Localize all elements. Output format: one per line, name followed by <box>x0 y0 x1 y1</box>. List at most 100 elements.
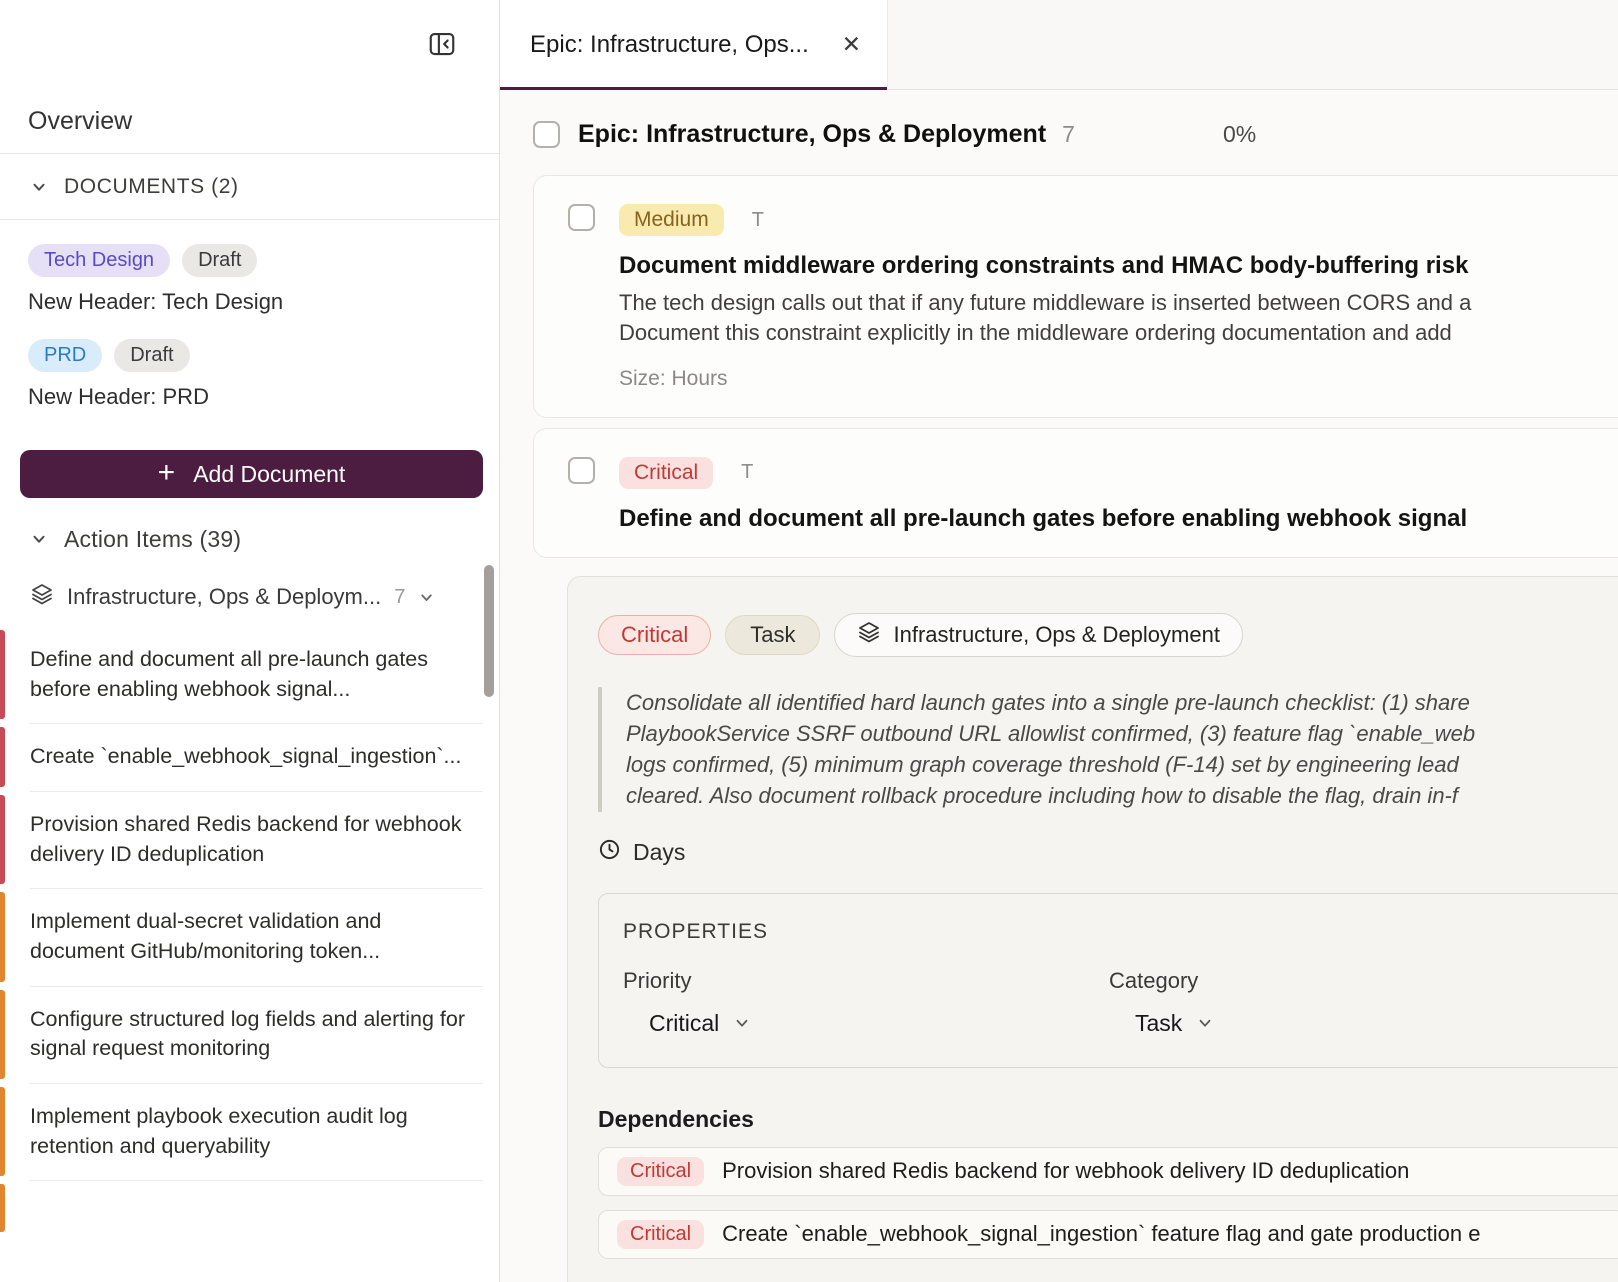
sidebar: Overview DOCUMENTS (2) Tech Design Draft… <box>0 0 500 1282</box>
task-description: The tech design calls out that if any fu… <box>619 288 1618 349</box>
dependencies-title: Dependencies <box>598 1106 1618 1133</box>
task-title: Define and document all pre-launch gates… <box>619 505 1618 533</box>
chevron-down-icon <box>733 1014 751 1032</box>
description-line: PlaybookService SSRF outbound URL allowl… <box>626 718 1618 749</box>
properties-title: PROPERTIES <box>623 920 1595 944</box>
collapse-panel-icon <box>427 29 457 62</box>
category-pill[interactable]: Task <box>725 615 820 655</box>
category-select[interactable]: Task <box>1135 1010 1214 1037</box>
document-badges: Tech Design Draft <box>28 244 471 277</box>
documents-section-title: DOCUMENTS (2) <box>64 175 239 199</box>
epic-header: Epic: Infrastructure, Ops & Deployment 7… <box>533 120 1618 149</box>
task-description-line: Document this constraint explicitly in t… <box>619 318 1618 348</box>
action-item-title: Configure structured log fields and aler… <box>30 1007 465 1061</box>
priority-pill[interactable]: Critical <box>598 615 711 655</box>
dependency-priority-badge: Critical <box>617 1157 704 1186</box>
app-root: Overview DOCUMENTS (2) Tech Design Draft… <box>0 0 1618 1282</box>
task-badges: Critical T <box>619 457 1618 489</box>
document-badges: PRD Draft <box>28 339 471 372</box>
action-item[interactable] <box>0 1180 499 1236</box>
documents-section-header[interactable]: DOCUMENTS (2) <box>0 154 499 220</box>
task-description-line: The tech design calls out that if any fu… <box>619 288 1618 318</box>
document-title: New Header: PRD <box>28 384 471 410</box>
priority-accent-bar <box>0 892 5 981</box>
size-value: Days <box>633 839 685 866</box>
task-title: Document middleware ordering constraints… <box>619 252 1618 280</box>
epic-title: Epic: Infrastructure, Ops & Deployment <box>578 120 1046 149</box>
chevron-down-icon <box>1196 1014 1214 1032</box>
priority-accent-bar <box>0 1184 5 1232</box>
description-line: cleared. Also document rollback procedur… <box>626 780 1618 811</box>
doc-type-badge: Tech Design <box>28 244 170 277</box>
priority-select-value: Critical <box>649 1010 719 1037</box>
task-size: Size: Hours <box>619 367 1618 391</box>
action-item[interactable]: Create `enable_webhook_signal_ingestion`… <box>0 723 499 791</box>
action-item[interactable]: Implement dual-secret validation and doc… <box>0 888 499 985</box>
tab-close-icon[interactable]: ✕ <box>842 31 861 58</box>
epic-pill[interactable]: Infrastructure, Ops & Deployment <box>834 613 1242 657</box>
group-count: 7 <box>394 586 405 609</box>
document-item[interactable]: Tech Design Draft New Header: Tech Desig… <box>0 220 499 315</box>
document-item[interactable]: PRD Draft New Header: PRD <box>0 315 499 410</box>
description-line: logs confirmed, (5) minimum graph covera… <box>626 749 1618 780</box>
action-item[interactable]: Implement playbook execution audit log r… <box>0 1083 499 1180</box>
doc-type-badge: PRD <box>28 339 102 372</box>
priority-accent-bar <box>0 727 5 787</box>
task-body: Critical T Define and document all pre-l… <box>619 457 1618 533</box>
overview-label: Overview <box>28 107 132 136</box>
priority-accent-bar <box>0 990 5 1079</box>
property-priority: Priority Critical <box>623 944 1109 1037</box>
tab-title: Epic: Infrastructure, Ops... <box>530 31 824 59</box>
dependency-title: Create `enable_webhook_signal_ingestion`… <box>722 1221 1480 1247</box>
epic-task-count: 7 <box>1062 121 1075 148</box>
priority-badge: Critical <box>619 457 713 489</box>
document-title: New Header: Tech Design <box>28 289 471 315</box>
tab-epic[interactable]: Epic: Infrastructure, Ops... ✕ <box>500 0 888 89</box>
properties-box: PROPERTIES Priority Critical <box>598 893 1618 1068</box>
sidebar-item-overview[interactable]: Overview <box>0 90 499 154</box>
priority-accent-bar <box>0 630 5 719</box>
epic-progress-percent: 0% <box>1223 121 1256 148</box>
clock-icon <box>598 838 621 867</box>
task-badges: Medium T <box>619 204 1618 236</box>
dependency-item[interactable]: Critical Provision shared Redis backend … <box>598 1147 1618 1196</box>
action-item[interactable]: Configure structured log fields and aler… <box>0 986 499 1083</box>
epic-checkbox[interactable] <box>533 121 560 148</box>
detail-badges: Critical Task Infrastructure, Ops & Depl… <box>598 613 1618 657</box>
dependency-priority-badge: Critical <box>617 1220 704 1249</box>
priority-select[interactable]: Critical <box>649 1010 751 1037</box>
priority-accent-bar <box>0 795 5 884</box>
action-item[interactable]: Provision shared Redis backend for webho… <box>0 791 499 888</box>
action-items-section-title: Action Items (39) <box>64 526 241 553</box>
dependency-title: Provision shared Redis backend for webho… <box>722 1158 1409 1184</box>
property-category: Category Task <box>1109 944 1595 1037</box>
sidebar-collapse-button[interactable] <box>423 25 461 66</box>
action-item-title: Provision shared Redis backend for webho… <box>30 812 461 866</box>
add-document-button[interactable]: + Add Document <box>20 450 483 498</box>
size-row: Days <box>598 838 1618 867</box>
action-items-group[interactable]: Infrastructure, Ops & Deploym... 7 <box>0 568 499 626</box>
action-item[interactable]: Define and document all pre-launch gates… <box>0 626 499 723</box>
layers-icon <box>857 620 881 650</box>
type-indicator: T <box>752 209 764 232</box>
task-card[interactable]: Critical T Define and document all pre-l… <box>533 428 1618 558</box>
sidebar-topbar <box>0 0 499 90</box>
description-line: Consolidate all identified hard launch g… <box>626 687 1618 718</box>
task-checkbox[interactable] <box>568 457 595 484</box>
task-detail-panel: Critical Task Infrastructure, Ops & Depl… <box>567 576 1618 1282</box>
epic-pill-label: Infrastructure, Ops & Deployment <box>893 622 1219 648</box>
sidebar-scrollbar-thumb[interactable] <box>484 565 494 697</box>
type-indicator: T <box>741 461 753 484</box>
main-area: Epic: Infrastructure, Ops... ✕ Epic: Inf… <box>500 0 1618 1282</box>
properties-grid: Priority Critical Category Tas <box>623 944 1595 1037</box>
task-body: Medium T Document middleware ordering co… <box>619 204 1618 391</box>
category-select-value: Task <box>1135 1010 1182 1037</box>
task-checkbox[interactable] <box>568 204 595 231</box>
layers-icon <box>30 582 54 612</box>
action-items-section-header[interactable]: Action Items (39) <box>0 510 499 568</box>
chevron-down-icon <box>30 178 48 196</box>
dependency-item[interactable]: Critical Create `enable_webhook_signal_i… <box>598 1210 1618 1259</box>
action-item-title: Create `enable_webhook_signal_ingestion`… <box>30 744 461 768</box>
task-card[interactable]: Medium T Document middleware ordering co… <box>533 175 1618 418</box>
action-item-title: Implement playbook execution audit log r… <box>30 1104 408 1158</box>
